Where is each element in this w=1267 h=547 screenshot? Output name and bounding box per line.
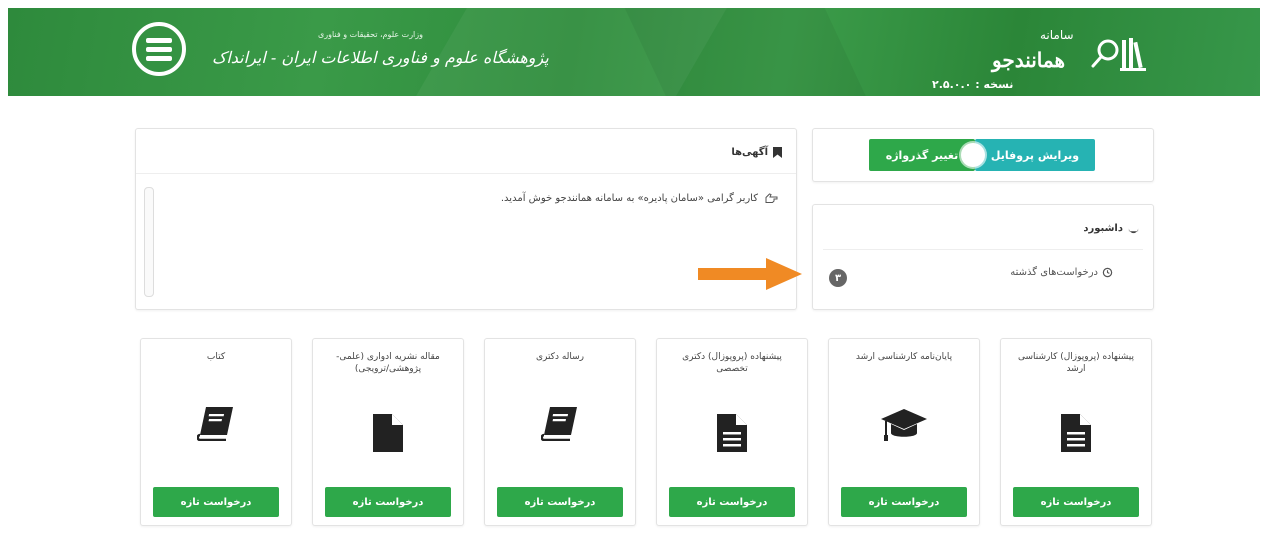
card-title: کتاب [206, 352, 226, 362]
magnifier-books-icon [1091, 38, 1146, 71]
new-request-button[interactable]: درخواست تازه [841, 487, 967, 517]
new-request-button[interactable]: درخواست تازه [669, 487, 795, 517]
app-version: نسخه : ۲.۵.۰.۰ [932, 78, 1014, 91]
file-icon [364, 409, 412, 457]
card-title: مقاله نشریه ادواری (علمی-پژوهشی/ترویجی) [336, 352, 440, 374]
app-header: وزارت علوم، تحقیقات و فناوری پژوهشگاه عل… [8, 8, 1260, 96]
book-icon [192, 399, 240, 447]
change-password-button[interactable]: تغییر گذرواژه [869, 139, 975, 171]
request-card-phd-dissertation: رساله دکتری درخواست تازه [484, 338, 636, 526]
request-card-phd-proposal: پیشنهاده (پروپوزال) دکتری تخصصی درخواست … [656, 338, 808, 526]
card-title: پایان‌نامه کارشناسی ارشد [855, 352, 953, 362]
file-icon [708, 409, 756, 457]
graduation-cap-icon [880, 401, 928, 449]
new-request-button[interactable]: درخواست تازه [1013, 487, 1139, 517]
app-name: همانندجو [992, 48, 1065, 72]
irandoc-logo-icon [132, 22, 186, 76]
arrow-pointer-icon [698, 258, 802, 290]
toggle-knob[interactable] [961, 143, 985, 167]
card-title: رساله دکتری [535, 352, 585, 362]
dashboard-panel: داشبورد درخواست‌های گذشته ۳ [812, 204, 1154, 310]
card-title: پیشنهاده (پروپوزال) کارشناسی ارشد [1017, 352, 1135, 374]
hand-point-icon [765, 193, 778, 203]
history-icon [1102, 267, 1113, 278]
app-prefix: سامانه [1040, 28, 1074, 42]
divider [823, 249, 1143, 250]
announcements-title: آگهی‌ها [731, 147, 768, 158]
institute-name: پژوهشگاه علوم و فناوری اطلاعات ایران - ا… [212, 48, 549, 67]
file-icon [1052, 409, 1100, 457]
request-card-book: کتاب درخواست تازه [140, 338, 292, 526]
ministry-label: وزارت علوم، تحقیقات و فناوری [318, 30, 423, 39]
announcement-item: کاربر گرامی «سامان پادیره» به سامانه هما… [501, 193, 778, 204]
dashboard-heading: داشبورد [1083, 223, 1139, 234]
book-icon [536, 399, 584, 447]
card-title: پیشنهاده (پروپوزال) دکتری تخصصی [682, 352, 782, 374]
request-card-masters-proposal: پیشنهاده (پروپوزال) کارشناسی ارشد درخواس… [1000, 338, 1152, 526]
bookmark-icon [773, 147, 782, 158]
profile-panel: ویرایش پروفایل تغییر گذرواژه [812, 128, 1154, 182]
past-requests-count-badge: ۳ [829, 269, 847, 287]
edit-profile-button[interactable]: ویرایش پروفایل [975, 139, 1095, 171]
dashboard-icon [1128, 223, 1139, 234]
divider [136, 173, 796, 174]
request-card-journal-article: مقاله نشریه ادواری (علمی-پژوهشی/ترویجی) … [312, 338, 464, 526]
new-request-button[interactable]: درخواست تازه [325, 487, 451, 517]
announcement-text: کاربر گرامی «سامان پادیره» به سامانه هما… [500, 193, 758, 204]
request-card-masters-thesis: پایان‌نامه کارشناسی ارشد درخواست تازه [828, 338, 980, 526]
new-request-button[interactable]: درخواست تازه [497, 487, 623, 517]
dashboard-title: داشبورد [1083, 223, 1123, 234]
past-requests-link[interactable]: درخواست‌های گذشته [1010, 267, 1113, 278]
new-request-button[interactable]: درخواست تازه [153, 487, 279, 517]
past-requests-label: درخواست‌های گذشته [1010, 267, 1098, 278]
announcements-heading: آگهی‌ها [731, 147, 782, 158]
scrollbar[interactable] [144, 187, 154, 297]
